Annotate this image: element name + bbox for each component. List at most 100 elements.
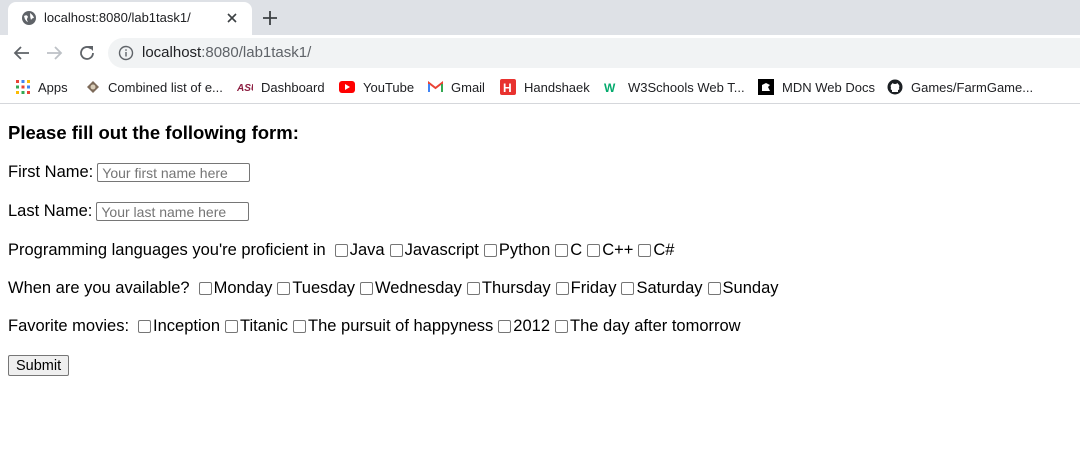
movie-option-label: The day after tomorrow: [570, 317, 741, 335]
language-checkbox[interactable]: [334, 244, 348, 257]
language-option-label: Python: [498, 241, 551, 259]
info-icon[interactable]: [118, 45, 134, 61]
bookmark-dashboard[interactable]: ASU Dashboard: [237, 78, 325, 96]
url-text: localhost:8080/lab1task1/: [142, 44, 311, 61]
url-path: :8080/lab1task1/: [201, 44, 312, 61]
language-option-label: Javascript: [404, 241, 479, 259]
first-name-label: First Name:: [8, 163, 94, 181]
reload-icon[interactable]: [75, 41, 99, 65]
apps-grid-icon: [16, 80, 30, 94]
bookmark-gmail[interactable]: Gmail: [428, 78, 485, 96]
form-title: Please fill out the following form:: [8, 122, 299, 143]
language-checkbox[interactable]: [587, 244, 601, 257]
bookmark-label: MDN Web Docs: [782, 79, 875, 95]
globe-icon: [22, 11, 36, 25]
back-arrow-icon[interactable]: [10, 41, 34, 65]
last-name-row: Last Name:: [8, 202, 250, 221]
language-option[interactable]: Java: [334, 241, 385, 260]
day-option-label: Monday: [213, 279, 273, 297]
day-option[interactable]: Sunday: [707, 279, 779, 298]
movie-option[interactable]: 2012: [498, 317, 550, 336]
first-name-row: First Name:: [8, 163, 251, 182]
svg-text:ASU: ASU: [237, 83, 253, 93]
movie-checkbox[interactable]: [555, 320, 569, 333]
last-name-label: Last Name:: [8, 202, 93, 220]
bookmark-youtube[interactable]: YouTube: [339, 78, 414, 96]
day-checkbox[interactable]: [707, 282, 721, 295]
movie-checkbox[interactable]: [225, 320, 239, 333]
day-option[interactable]: Saturday: [621, 279, 703, 298]
bookmark-label: Gmail: [451, 79, 485, 95]
language-checkbox[interactable]: [555, 244, 569, 257]
day-checkbox[interactable]: [466, 282, 480, 295]
bookmark-label: Dashboard: [261, 79, 325, 95]
day-checkbox[interactable]: [360, 282, 374, 295]
bookmark-w3schools[interactable]: W W3Schools Web T...: [604, 78, 745, 96]
day-option-label: Friday: [570, 279, 617, 297]
bookmark-github[interactable]: Games/FarmGame...: [887, 78, 1033, 96]
language-checkbox[interactable]: [483, 244, 497, 257]
day-option[interactable]: Wednesday: [360, 279, 462, 298]
language-checkbox[interactable]: [638, 244, 652, 257]
svg-text:H: H: [503, 81, 512, 95]
language-checkbox[interactable]: [389, 244, 403, 257]
mdn-icon: [758, 79, 774, 95]
language-option-label: Java: [349, 241, 385, 259]
language-option[interactable]: C: [555, 241, 582, 260]
bookmark-apps[interactable]: Apps: [16, 78, 68, 96]
movie-option[interactable]: Inception: [138, 317, 220, 336]
day-checkbox[interactable]: [277, 282, 291, 295]
language-option[interactable]: Javascript: [389, 241, 479, 260]
movie-option-label: Inception: [153, 317, 221, 335]
movies-row: Favorite movies: Inception Titanic The pur…: [8, 317, 741, 336]
browser-tab[interactable]: localhost:8080/lab1task1/: [8, 2, 252, 35]
language-option[interactable]: Python: [483, 241, 551, 260]
languages-checkbox-group: Java Javascript Python C C++ C#: [326, 241, 674, 260]
day-option-label: Saturday: [636, 279, 703, 297]
day-checkbox[interactable]: [621, 282, 635, 295]
browser-toolbar: localhost:8080/lab1task1/: [0, 35, 1080, 71]
first-name-input[interactable]: [97, 163, 251, 182]
movie-option[interactable]: Titanic: [225, 317, 288, 336]
movie-checkbox[interactable]: [138, 320, 152, 333]
day-option[interactable]: Tuesday: [277, 279, 355, 298]
movie-option-label: 2012: [513, 317, 551, 335]
day-option[interactable]: Thursday: [466, 279, 551, 298]
close-icon[interactable]: [222, 8, 242, 28]
movie-checkbox[interactable]: [293, 320, 307, 333]
bookmark-handshake[interactable]: H Handshaek: [500, 78, 590, 96]
bookmark-label: Handshaek: [524, 79, 590, 95]
day-option-label: Tuesday: [292, 279, 356, 297]
url-host: localhost: [142, 44, 202, 61]
languages-row: Programming languages you're proficient …: [8, 241, 674, 260]
day-option[interactable]: Monday: [198, 279, 273, 298]
movies-label: Favorite movies:: [8, 317, 130, 335]
language-option[interactable]: C++: [587, 241, 633, 260]
movie-checkbox[interactable]: [498, 320, 512, 333]
day-option[interactable]: Friday: [555, 279, 617, 298]
day-option-label: Thursday: [481, 279, 551, 297]
bookmark-label: W3Schools Web T...: [628, 79, 745, 95]
bookmark-label: YouTube: [363, 79, 415, 95]
asu-logo-icon: ASU: [237, 83, 253, 93]
movie-option[interactable]: The pursuit of happyness: [293, 317, 493, 336]
day-checkbox[interactable]: [555, 282, 569, 295]
languages-label: Programming languages you're proficient …: [8, 241, 326, 259]
day-option-label: Wednesday: [375, 279, 462, 297]
last-name-input[interactable]: [96, 202, 250, 221]
language-option-label: C: [570, 241, 583, 259]
availability-row: When are you available? Monday Tuesday Wed…: [8, 279, 779, 298]
w3schools-icon: W: [604, 81, 616, 93]
language-option[interactable]: C#: [638, 241, 674, 260]
movie-option[interactable]: The day after tomorrow: [555, 317, 741, 336]
forward-arrow-icon[interactable]: [42, 41, 66, 65]
bookmark-mdn[interactable]: MDN Web Docs: [758, 78, 875, 96]
bookmark-combined-list[interactable]: Combined list of e...: [86, 78, 223, 96]
submit-button[interactable]: Submit: [8, 355, 70, 376]
svg-text:W: W: [604, 81, 616, 93]
movies-checkbox-group: Inception Titanic The pursuit of happyness…: [129, 317, 741, 336]
address-bar[interactable]: localhost:8080/lab1task1/: [108, 38, 1080, 68]
day-checkbox[interactable]: [198, 282, 212, 295]
new-tab-icon[interactable]: [258, 6, 282, 30]
tab-strip: localhost:8080/lab1task1/: [0, 0, 1080, 35]
